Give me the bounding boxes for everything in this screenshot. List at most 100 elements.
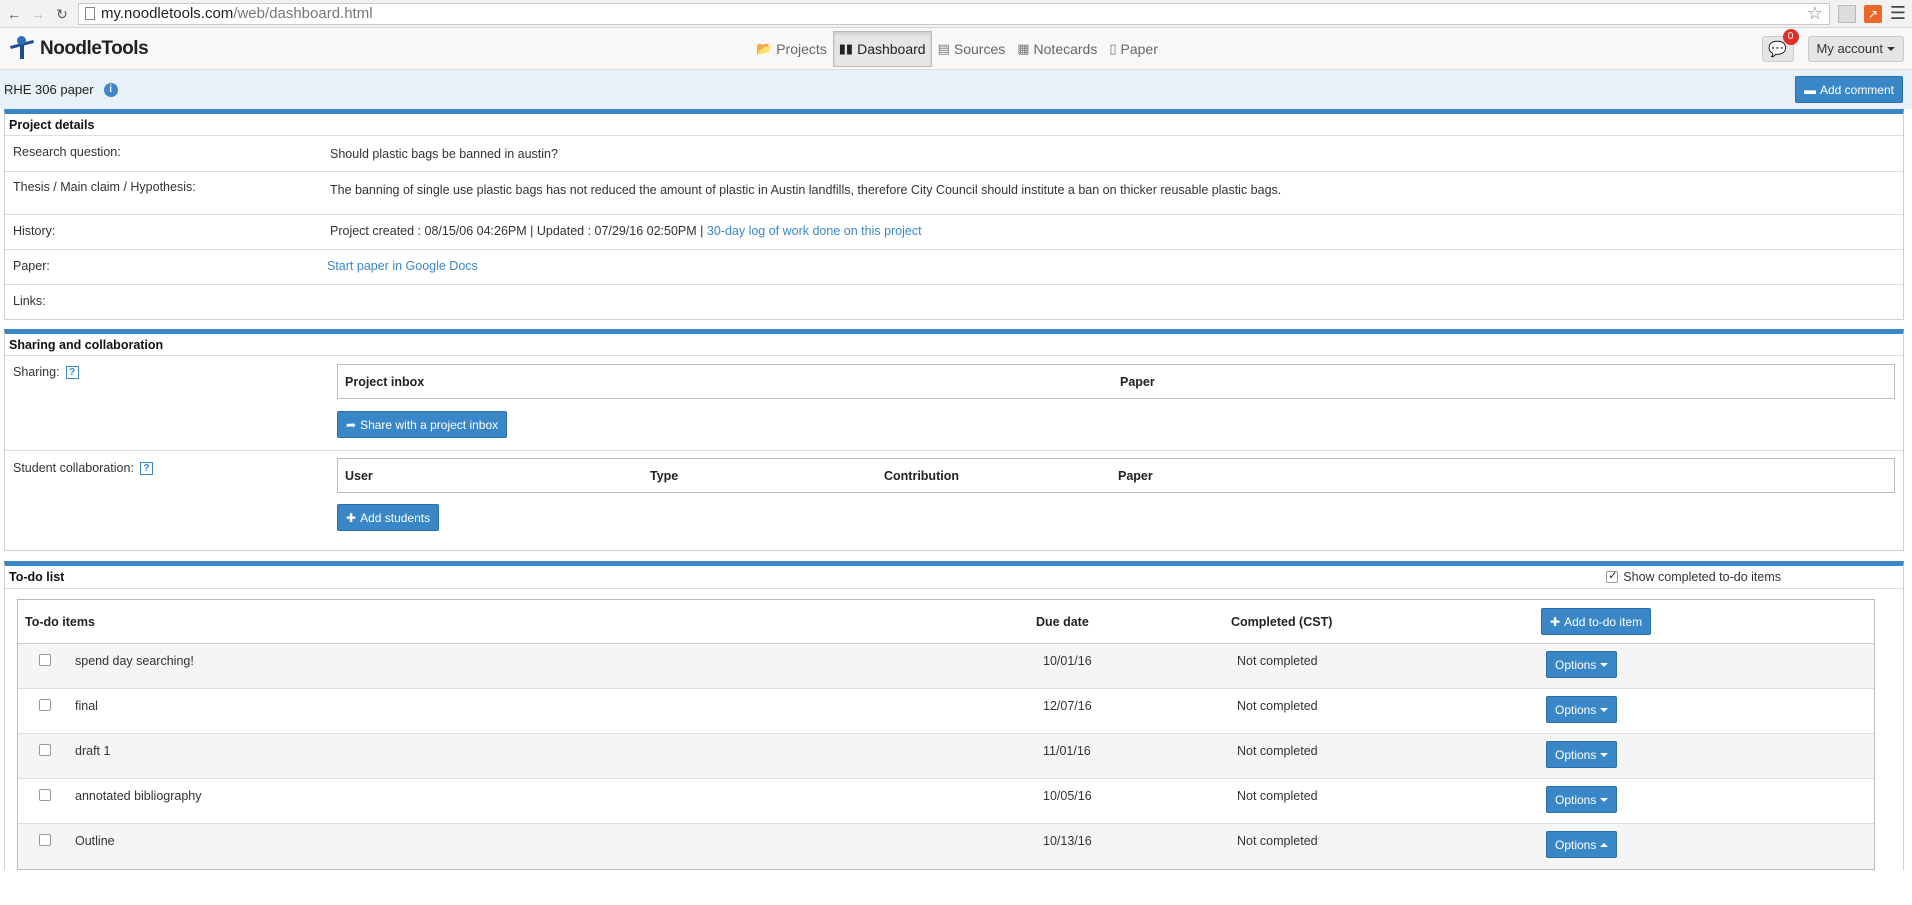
- comment-icon: ▬: [1803, 82, 1816, 97]
- add-comment-button[interactable]: ▬ Add comment: [1794, 76, 1903, 103]
- column-header: Completed (CST): [1231, 614, 1333, 629]
- todo-checkbox[interactable]: [39, 789, 51, 801]
- todo-table: To-do items Due date Completed (CST) ✚ A…: [17, 599, 1875, 870]
- todo-title[interactable]: Outline: [75, 824, 1043, 848]
- share-arrow-icon: ➦: [346, 417, 357, 432]
- grid-icon: ▦: [1017, 41, 1030, 56]
- todo-title[interactable]: annotated bibliography: [75, 779, 1043, 803]
- tab-sources[interactable]: ▤ Sources: [932, 31, 1012, 67]
- todo-completed: Not completed: [1237, 699, 1318, 713]
- todo-checkbox[interactable]: [39, 654, 51, 666]
- help-icon[interactable]: ?: [139, 462, 153, 476]
- thesis-row: Thesis / Main claim / Hypothesis: The ba…: [5, 172, 1903, 215]
- todo-checkbox-cell: [18, 779, 75, 804]
- logo-text: NoodleTools: [40, 37, 149, 59]
- todo-row: spend day searching! 10/01/16 Not comple…: [18, 644, 1874, 689]
- forward-icon[interactable]: →: [30, 6, 46, 22]
- todo-checkbox[interactable]: [39, 744, 51, 756]
- todo-title[interactable]: final: [75, 689, 1043, 713]
- extension-icon[interactable]: [1837, 4, 1856, 23]
- project-title: RHE 306 paper: [4, 82, 94, 97]
- options-label: Options: [1555, 792, 1597, 807]
- todo-row: annotated bibliography 10/05/16 Not comp…: [18, 779, 1874, 824]
- info-icon[interactable]: i: [103, 82, 118, 97]
- plus-icon: ✚: [346, 510, 357, 525]
- messages-button[interactable]: 💬 0: [1761, 28, 1799, 62]
- column-header: Paper: [1118, 468, 1153, 483]
- project-details-panel: Project details Research question: Shoul…: [4, 109, 1904, 320]
- options-button[interactable]: Options: [1546, 696, 1618, 723]
- add-students-label: Add students: [360, 510, 431, 525]
- todo-row: Outline 10/13/16 Not completed Options: [18, 824, 1874, 869]
- extension-chart-icon[interactable]: ↗: [1863, 4, 1882, 23]
- todo-due-date: 10/13/16: [1043, 834, 1092, 848]
- history-text: Project created : 08/15/06 04:26PM | Upd…: [330, 224, 707, 238]
- research-question-row: Research question: Should plastic bags b…: [5, 136, 1903, 172]
- todo-checkbox[interactable]: [39, 699, 51, 711]
- options-button[interactable]: Options: [1546, 651, 1618, 678]
- url-host: my.noodletools.com: [101, 5, 234, 22]
- bookmark-star-icon[interactable]: ☆: [1807, 3, 1823, 24]
- todo-completed: Not completed: [1237, 744, 1318, 758]
- column-header: To-do items: [25, 614, 95, 629]
- options-button[interactable]: Options: [1546, 786, 1618, 813]
- show-completed-toggle[interactable]: Show completed to-do items: [1606, 569, 1781, 584]
- tab-label: Dashboard: [857, 41, 926, 57]
- options-label: Options: [1555, 702, 1597, 717]
- project-title-bar: RHE 306 paper i ▬ Add comment: [0, 70, 1912, 109]
- todo-checkbox-cell: [18, 824, 75, 849]
- todo-table-header: To-do items Due date Completed (CST) ✚ A…: [18, 600, 1874, 644]
- caret-down-icon: [1600, 662, 1609, 667]
- app-navbar: NoodleTools 📂 Projects ▮▮ Dashboard ▤ So…: [0, 28, 1912, 70]
- add-students-button[interactable]: ✚ Add students: [337, 504, 440, 531]
- options-label: Options: [1555, 747, 1597, 762]
- panel-heading: Sharing and collaboration: [5, 334, 1903, 356]
- work-log-link[interactable]: 30-day log of work done on this project: [707, 224, 922, 238]
- add-todo-button[interactable]: ✚ Add to-do item: [1541, 608, 1652, 635]
- logo-figure-icon: [8, 35, 36, 63]
- tab-projects[interactable]: 📂 Projects: [750, 31, 833, 67]
- back-icon[interactable]: ←: [6, 6, 22, 22]
- caret-down-icon: [1600, 797, 1609, 802]
- field-label: Paper:: [13, 259, 50, 273]
- show-completed-checkbox[interactable]: [1606, 569, 1619, 583]
- todo-row: final 12/07/16 Not completed Options: [18, 689, 1874, 734]
- todo-checkbox[interactable]: [39, 834, 51, 846]
- collab-label: Student collaboration:: [13, 461, 134, 475]
- history-row: History: Project created : 08/15/06 04:2…: [5, 215, 1903, 250]
- options-button[interactable]: Options: [1546, 831, 1618, 858]
- todo-checkbox-cell: [18, 689, 75, 714]
- todo-title[interactable]: draft 1: [75, 734, 1043, 758]
- tab-dashboard[interactable]: ▮▮ Dashboard: [832, 31, 932, 67]
- browser-menu-icon[interactable]: ☰: [1890, 3, 1906, 24]
- main-tabs: 📂 Projects ▮▮ Dashboard ▤ Sources ▦ Note…: [750, 28, 1164, 70]
- history-value: Project created : 08/15/06 04:26PM | Upd…: [330, 215, 1903, 249]
- start-paper-link[interactable]: Start paper in Google Docs: [327, 259, 478, 273]
- tab-notecards[interactable]: ▦ Notecards: [1011, 31, 1103, 67]
- tab-paper[interactable]: ▯ Paper: [1103, 31, 1164, 67]
- panel-heading: To-do list: [9, 570, 65, 584]
- todo-checkbox-cell: [18, 734, 75, 759]
- options-button[interactable]: Options: [1546, 741, 1618, 768]
- caret-down-icon: [1887, 46, 1895, 51]
- address-bar[interactable]: my.noodletools.com/web/dashboard.html ☆: [78, 2, 1830, 25]
- column-header: Paper: [1120, 374, 1155, 389]
- tab-label: Notecards: [1033, 41, 1098, 57]
- help-icon[interactable]: ?: [65, 366, 79, 380]
- share-with-inbox-button[interactable]: ➦ Share with a project inbox: [337, 411, 508, 438]
- research-question-value[interactable]: Should plastic bags be banned in austin?: [330, 136, 1903, 171]
- account-label: My account: [1816, 41, 1883, 56]
- tab-label: Sources: [953, 41, 1006, 57]
- thesis-value[interactable]: The banning of single use plastic bags h…: [330, 172, 1903, 214]
- reload-icon[interactable]: ↻: [54, 6, 70, 22]
- field-label: Thesis / Main claim / Hypothesis:: [13, 180, 196, 194]
- todo-title[interactable]: spend day searching!: [75, 644, 1043, 668]
- collaboration-value: User Type Contribution Paper ✚ Add stude…: [330, 451, 1903, 550]
- messages-count-badge: 0: [1782, 28, 1799, 45]
- add-todo-label: Add to-do item: [1564, 614, 1643, 629]
- caret-up-icon: [1600, 842, 1609, 847]
- page-icon: [85, 7, 95, 20]
- my-account-button[interactable]: My account: [1807, 35, 1904, 62]
- field-label: Student collaboration:?: [5, 451, 330, 550]
- logo[interactable]: NoodleTools: [8, 35, 149, 63]
